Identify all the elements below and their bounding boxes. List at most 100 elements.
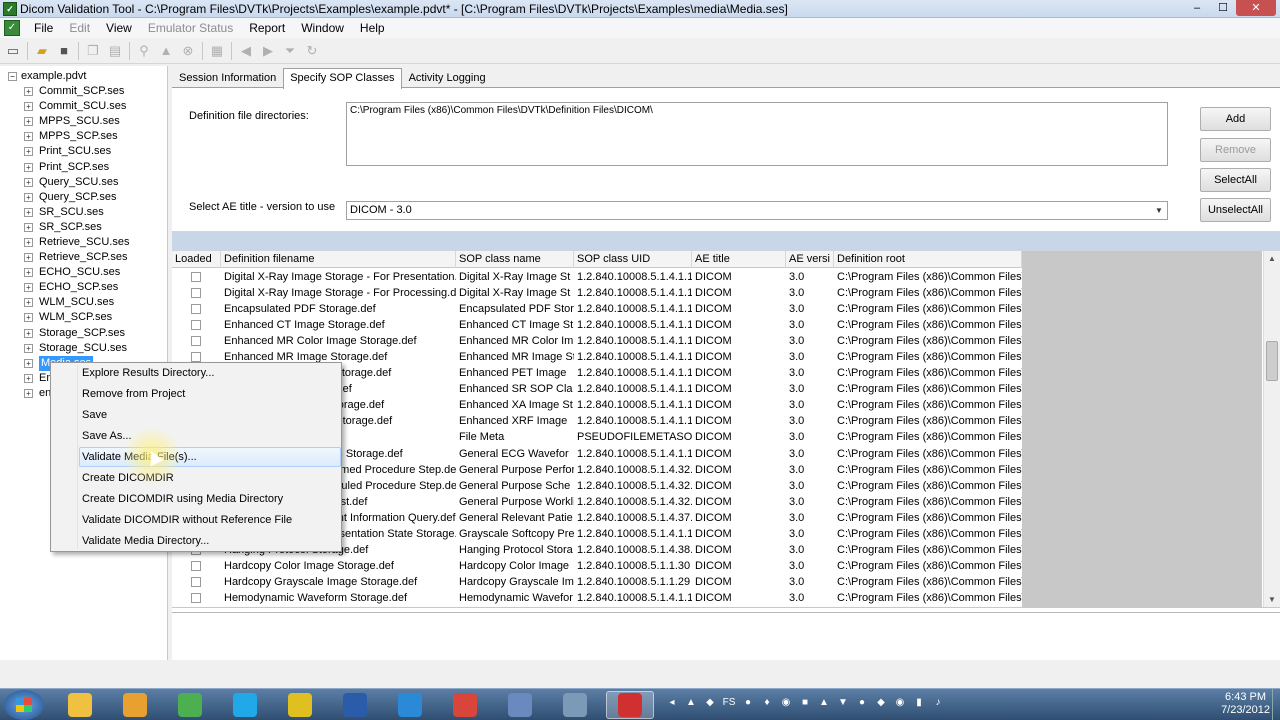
collapse-icon[interactable]: − — [8, 71, 17, 81]
clock-icon[interactable] — [551, 691, 599, 719]
col-ae-title[interactable]: AE title — [692, 251, 786, 268]
loaded-checkbox[interactable] — [191, 592, 201, 603]
table-row[interactable]: Enhanced CT Image Storage.def Enhanced CT… — [172, 317, 1022, 333]
expand-icon[interactable]: + — [24, 268, 33, 278]
tree-item[interactable]: + Print_SCP.ses — [24, 159, 129, 174]
tree-root[interactable]: − example.pdvt — [8, 70, 86, 82]
dvtk-icon[interactable] — [606, 691, 654, 719]
loaded-checkbox[interactable] — [191, 576, 201, 587]
word-icon[interactable] — [331, 691, 379, 719]
tree-item[interactable]: + Retrieve_SCU.ses — [24, 235, 129, 250]
expand-icon[interactable]: + — [24, 343, 33, 353]
table-row[interactable]: Digital X-Ray Image Storage - For Presen… — [172, 269, 1022, 285]
save-icon[interactable]: ■ — [53, 40, 75, 62]
copy-icon[interactable]: ❐ — [82, 40, 104, 62]
tree-item[interactable]: + SR_SCP.ses — [24, 220, 129, 235]
unselect-all-button[interactable]: UnselectAll — [1200, 198, 1271, 222]
tray-icon[interactable]: ● — [740, 695, 756, 711]
table-row[interactable]: Digital X-Ray Image Storage - For Proces… — [172, 285, 1022, 301]
expand-icon[interactable]: + — [24, 237, 33, 247]
windows-explorer-icon[interactable] — [56, 691, 104, 719]
loaded-checkbox[interactable] — [191, 320, 201, 331]
menu-explore-results-directory[interactable]: Explore Results Directory... — [82, 363, 214, 384]
tree-item[interactable]: + ECHO_SCP.ses — [24, 280, 129, 295]
taskbar-clock[interactable]: 6:43 PM 7/23/2012 — [1221, 691, 1270, 717]
tree-item[interactable]: + Print_SCU.ses — [24, 144, 129, 159]
refresh-icon[interactable]: ↻ — [301, 40, 323, 62]
loaded-checkbox[interactable] — [191, 304, 201, 315]
tray-icon[interactable]: ♦ — [759, 695, 775, 711]
col-definition-root[interactable]: Definition root — [834, 251, 1022, 268]
grid-icon[interactable]: ▦ — [206, 40, 228, 62]
menu-create-dicomdir[interactable]: Create DICOMDIR — [82, 468, 174, 489]
tree-item[interactable]: + Query_SCP.ses — [24, 190, 129, 205]
tray-icon[interactable]: ◂ — [664, 695, 680, 711]
menu-report[interactable]: Report — [241, 18, 293, 38]
outlook-icon[interactable] — [111, 691, 159, 719]
tree-item[interactable]: + Commit_SCP.ses — [24, 84, 129, 99]
filter-icon[interactable]: ⏷ — [279, 40, 301, 62]
tree-item[interactable]: + Storage_SCP.ses — [24, 326, 129, 341]
maximize-button[interactable]: ☐ — [1210, 0, 1236, 16]
menu-validate-media-files[interactable]: Validate Media File(s)... — [82, 447, 197, 468]
expand-icon[interactable]: + — [24, 132, 33, 142]
tray-icon[interactable]: ● — [854, 695, 870, 711]
tray-icon[interactable]: ♪ — [930, 695, 946, 711]
loaded-checkbox[interactable] — [191, 560, 201, 571]
tree-item[interactable]: + Query_SCU.ses — [24, 175, 129, 190]
scroll-down-icon[interactable]: ▼ — [1264, 592, 1280, 607]
show-desktop-button[interactable] — [1272, 689, 1280, 720]
menu-edit[interactable]: Edit — [61, 18, 98, 38]
expand-icon[interactable]: + — [24, 147, 33, 157]
table-row[interactable]: Enhanced MR Color Image Storage.def Enhan… — [172, 333, 1022, 349]
expand-icon[interactable]: + — [24, 358, 33, 368]
menu-create-dicomdir-media-directory[interactable]: Create DICOMDIR using Media Directory — [82, 489, 283, 510]
outlook-express-icon[interactable] — [386, 691, 434, 719]
expand-icon[interactable]: + — [24, 162, 33, 172]
tree-item[interactable]: + SR_SCU.ses — [24, 205, 129, 220]
select-all-button[interactable]: SelectAll — [1200, 168, 1271, 192]
tray-icon[interactable]: ▮ — [911, 695, 927, 711]
paste-icon[interactable]: ▤ — [104, 40, 126, 62]
col-ae-version[interactable]: AE versi — [786, 251, 834, 268]
expand-icon[interactable]: + — [24, 253, 33, 263]
expand-icon[interactable]: + — [24, 207, 33, 217]
menu-validate-dicomdir-no-reference[interactable]: Validate DICOMDIR without Reference File — [82, 510, 292, 531]
menu-save[interactable]: Save — [82, 405, 107, 426]
dropdown-arrow-icon[interactable]: ▼ — [1151, 202, 1167, 219]
add-button[interactable]: Add — [1200, 107, 1271, 131]
expand-icon[interactable]: + — [24, 177, 33, 187]
menu-help[interactable]: Help — [352, 18, 393, 38]
expand-icon[interactable]: + — [24, 298, 33, 308]
warning-icon[interactable]: ▲ — [155, 40, 177, 62]
tray-icon[interactable]: ◉ — [778, 695, 794, 711]
scroll-up-icon[interactable]: ▲ — [1264, 251, 1280, 267]
tree-item[interactable]: + Retrieve_SCP.ses — [24, 250, 129, 265]
tray-icon[interactable]: FS — [721, 695, 737, 711]
scroll-thumb[interactable] — [1266, 341, 1278, 381]
menu-file[interactable]: File — [26, 18, 61, 38]
app-menu-icon[interactable]: ✓ — [4, 20, 20, 36]
col-sop-class-name[interactable]: SOP class name — [456, 251, 574, 268]
expand-icon[interactable]: + — [24, 192, 33, 202]
tree-item[interactable]: + MPPS_SCP.ses — [24, 129, 129, 144]
expand-icon[interactable]: + — [24, 87, 33, 97]
loaded-checkbox[interactable] — [191, 336, 201, 347]
chrome-icon[interactable] — [166, 691, 214, 719]
tray-icon[interactable]: ◆ — [873, 695, 889, 711]
table-row[interactable]: Hemodynamic Waveform Storage.def Hemodyna… — [172, 590, 1022, 606]
remove-button[interactable]: Remove — [1200, 138, 1271, 162]
expand-icon[interactable]: + — [24, 313, 33, 323]
tree-item[interactable]: + WLM_SCU.ses — [24, 295, 129, 310]
tree-item[interactable]: + Storage_SCU.ses — [24, 341, 129, 356]
forward-arrow-icon[interactable]: ▶ — [257, 40, 279, 62]
expand-icon[interactable]: + — [24, 222, 33, 232]
expand-icon[interactable]: + — [24, 283, 33, 293]
hardware-icon[interactable] — [276, 691, 324, 719]
tray-icon[interactable]: ◆ — [702, 695, 718, 711]
menu-emulator-status[interactable]: Emulator Status — [140, 18, 241, 38]
grid-scrollbar[interactable]: ▲ ▼ — [1263, 251, 1280, 607]
tree-item[interactable]: + MPPS_SCU.ses — [24, 114, 129, 129]
table-row[interactable]: Hardcopy Grayscale Image Storage.def Hard… — [172, 574, 1022, 590]
loaded-checkbox[interactable] — [191, 272, 201, 282]
